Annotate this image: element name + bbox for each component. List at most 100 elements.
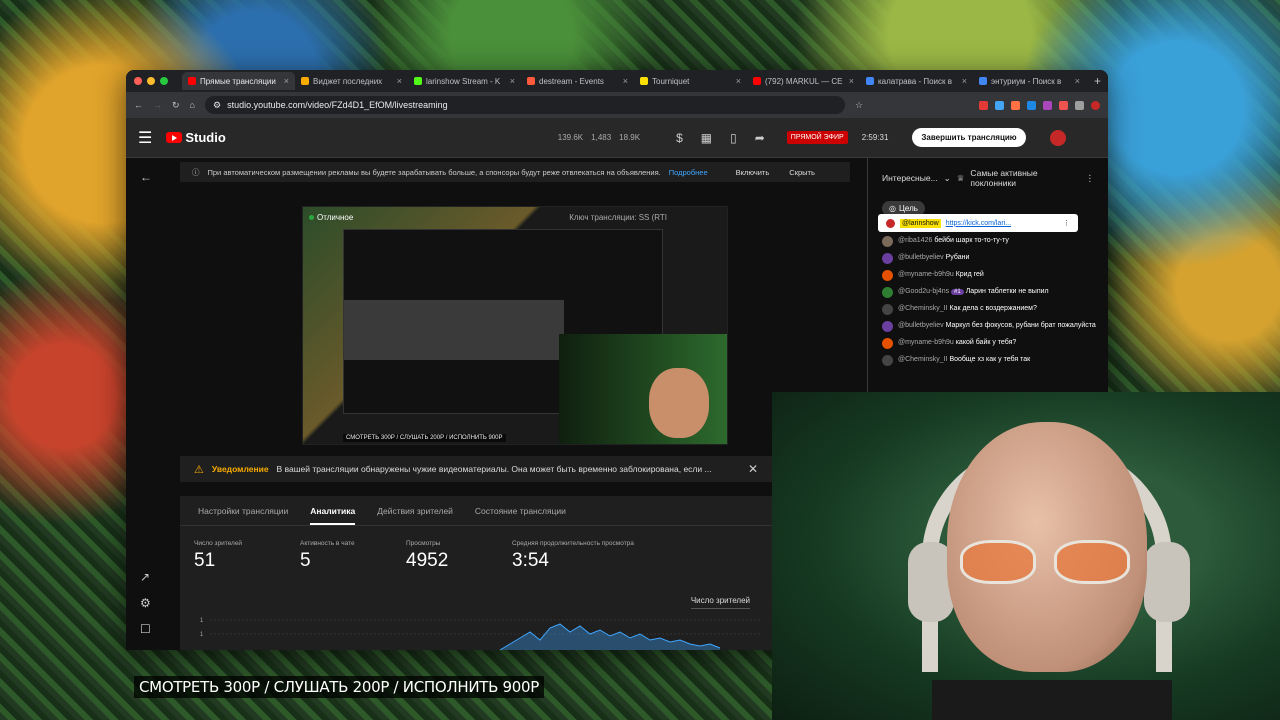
browser-tab[interactable]: энтуриум - Поиск в × <box>973 72 1086 90</box>
close-tab-icon[interactable]: × <box>849 76 854 86</box>
streamer-shirt <box>932 680 1172 720</box>
close-window-button[interactable] <box>134 77 142 85</box>
metric-avg-duration: Средняя продолжительность просмотра 3:54 <box>512 540 672 572</box>
menu-icon[interactable]: ☰ <box>138 128 152 148</box>
chat-message[interactable]: @Cheminsky_II Вообще хз как у тебя так <box>882 355 1096 366</box>
stream-key-label[interactable]: Ключ трансляции: SS (RTI <box>569 213 667 222</box>
warning-icon: ⚠ <box>194 463 204 476</box>
tab-label: Прямые трансляции <box>200 76 276 86</box>
tab-label: энтуриум - Поиск в <box>991 76 1062 86</box>
close-tab-icon[interactable]: × <box>284 76 289 86</box>
chat-avatar <box>882 338 893 349</box>
chat-text: какой байк у тебя? <box>955 339 1017 346</box>
studio-logo[interactable]: Studio <box>166 130 226 145</box>
enable-button[interactable]: Включить <box>736 168 770 177</box>
chevron-down-icon[interactable]: ⌄ <box>944 173 951 184</box>
forward-arrow-icon[interactable]: → <box>153 100 162 110</box>
chat-message[interactable]: @myname-b9h9u какой байк у тебя? <box>882 338 1096 349</box>
tab-label: калатрава - Поиск в <box>878 76 952 86</box>
maximize-window-button[interactable] <box>160 77 168 85</box>
bookmark-icon[interactable]: ▯ <box>730 131 737 145</box>
copyright-warning: ⚠ Уведомление В вашей трансляции обнаруж… <box>180 456 772 482</box>
viewers-dropdown[interactable]: Число зрителей <box>690 596 750 609</box>
learn-more-link[interactable]: Подробнее <box>669 168 708 177</box>
close-tab-icon[interactable]: × <box>736 76 741 86</box>
url-field[interactable]: ⚙ studio.youtube.com/video/FZd4D1_EfOM/l… <box>204 96 845 114</box>
chat-message[interactable]: @bulletbyeliev Маркул без фокусов, рубан… <box>882 321 1096 332</box>
top-fans-label[interactable]: Самые активные поклонники <box>970 168 1079 188</box>
extension-icon[interactable] <box>995 100 1004 110</box>
preview-scene <box>344 300 564 360</box>
stream-preview[interactable]: Отличное Ключ трансляции: SS (RTI СМОТРЕ… <box>302 206 728 445</box>
extension-icon[interactable] <box>1043 100 1052 110</box>
chat-message[interactable]: @myname-b9h9u Крид гей <box>882 270 1096 281</box>
back-icon[interactable]: ← <box>140 170 152 184</box>
site-info-icon[interactable]: ⚙ <box>213 100 221 111</box>
tab-stream-settings[interactable]: Настройки трансляции <box>198 506 288 516</box>
end-stream-button[interactable]: Завершить трансляцию <box>912 128 1026 147</box>
hide-button[interactable]: Скрыть <box>789 168 815 177</box>
star-icon[interactable]: ☆ <box>855 100 863 111</box>
profile-avatar[interactable] <box>1091 100 1100 110</box>
close-tab-icon[interactable]: × <box>623 76 628 86</box>
extension-icon[interactable] <box>1011 100 1020 110</box>
tab-favicon-icon <box>866 77 874 85</box>
chat-message[interactable]: @bulletbyeliev Рубани <box>882 253 1096 264</box>
glasses-lens <box>960 540 1036 584</box>
spark-area <box>500 624 720 650</box>
pinned-link[interactable]: https://kick.com/lari... <box>946 220 1011 227</box>
puzzle-icon[interactable] <box>1075 100 1084 110</box>
close-tab-icon[interactable]: × <box>1075 76 1080 86</box>
browser-tab[interactable]: калатрава - Поиск в × <box>860 72 973 90</box>
extension-icon[interactable] <box>1027 100 1036 110</box>
monetization-icon[interactable]: $ <box>676 131 683 145</box>
pinned-message[interactable]: @larinshow https://kick.com/lari... ⋮ <box>878 214 1078 232</box>
tab-strip: Прямые трансляции × Виджет последних × larin… <box>126 70 1108 92</box>
headphone-cup <box>1144 542 1190 622</box>
tab-analytics[interactable]: Аналитика <box>310 506 356 525</box>
browser-tab[interactable]: larinshow Stream - K × <box>408 72 521 90</box>
close-tab-icon[interactable]: × <box>510 76 515 86</box>
close-tab-icon[interactable]: × <box>397 76 402 86</box>
live-badge: ПРЯМОЙ ЭФИР <box>786 131 848 144</box>
chat-author: @Cheminsky_II <box>898 305 948 312</box>
window-controls <box>134 77 168 85</box>
more-icon[interactable]: ⋮ <box>1086 173 1095 184</box>
close-tab-icon[interactable]: × <box>962 76 967 86</box>
gear-icon[interactable]: ⚙ <box>140 596 151 610</box>
tab-viewer-actions[interactable]: Действия зрителей <box>377 506 453 516</box>
tab-label: destream - Events <box>539 76 604 86</box>
browser-tab[interactable]: Tourniquet × <box>634 72 747 90</box>
feedback-icon[interactable]: ☐ <box>140 622 151 636</box>
home-icon[interactable]: ⌂ <box>190 100 195 110</box>
chat-message[interactable]: @Good2u-bj4ns #1 Ларин таблетки не выпил <box>882 287 1096 298</box>
tab-stream-health[interactable]: Состояние трансляции <box>475 506 566 516</box>
chat-message[interactable]: @Cheminsky_II Как дела с воздержанием? <box>882 304 1096 315</box>
pinned-menu-icon[interactable]: ⋮ <box>1063 219 1070 227</box>
browser-tab[interactable]: Прямые трансляции × <box>182 72 295 90</box>
back-arrow-icon[interactable]: ← <box>134 100 143 110</box>
channel-avatar[interactable] <box>1049 129 1066 146</box>
external-link-icon[interactable]: ↗ <box>140 570 150 584</box>
reload-icon[interactable]: ↻ <box>172 100 180 111</box>
new-tab-button[interactable]: + <box>1094 74 1101 88</box>
browser-tab[interactable]: Виджет последних × <box>295 72 408 90</box>
tab-favicon-icon <box>414 77 422 85</box>
tab-label: Виджет последних <box>313 76 383 86</box>
minimize-window-button[interactable] <box>147 77 155 85</box>
studio-label: Studio <box>185 130 226 145</box>
extension-icon[interactable] <box>979 100 988 110</box>
chat-mode-select[interactable]: Интересные... <box>882 173 938 183</box>
chat-message[interactable]: @riba1426 бейби шарк то-то-ту-ту <box>882 236 1096 247</box>
calendar-icon[interactable]: ▦ <box>701 131 712 145</box>
chat-avatar <box>882 304 893 315</box>
browser-tab[interactable]: (792) MARKUL — CE × <box>747 72 860 90</box>
close-icon[interactable]: ✕ <box>748 462 758 476</box>
share-icon[interactable]: ➦ <box>755 131 765 145</box>
extension-icon[interactable] <box>1059 100 1068 110</box>
tab-favicon-icon <box>640 77 648 85</box>
live-timer: 2:59:31 <box>861 133 889 142</box>
info-icon: ⓘ <box>192 167 200 177</box>
browser-tab[interactable]: destream - Events × <box>521 72 634 90</box>
preview-subtitle: СМОТРЕТЬ 300Р / СЛУШАТЬ 200Р / ИСПОЛНИТЬ… <box>343 434 506 442</box>
